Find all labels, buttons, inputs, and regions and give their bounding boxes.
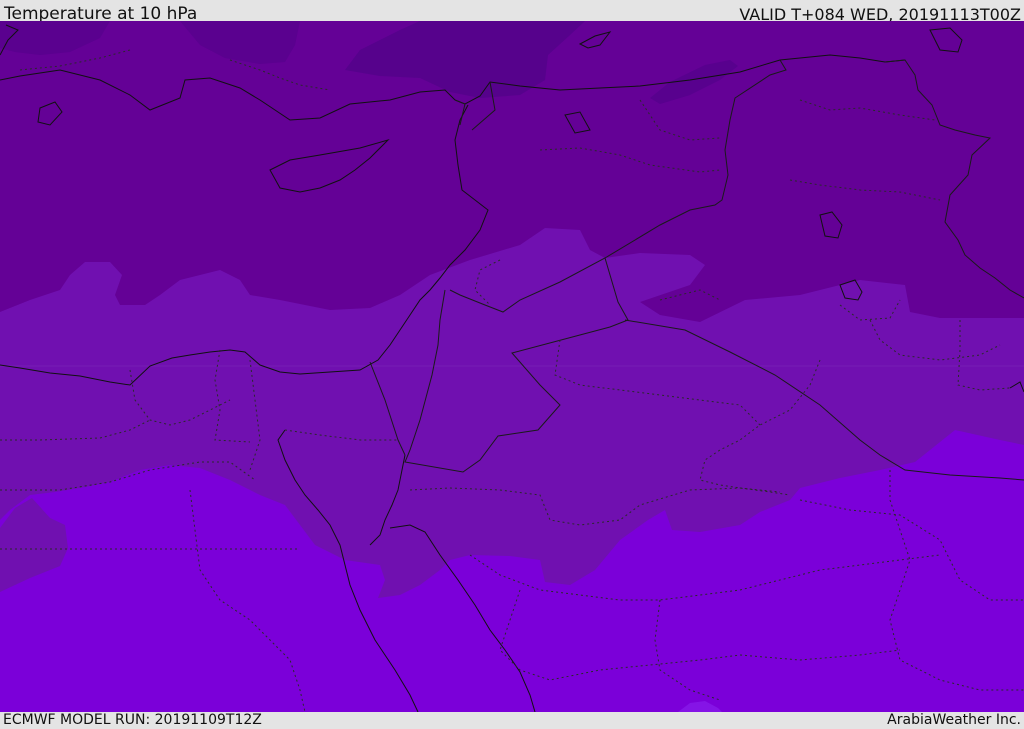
- weather-map[interactable]: [0, 21, 1024, 712]
- map-canvas: [0, 21, 1024, 712]
- model-run: ECMWF MODEL RUN: 20191109T12Z: [3, 712, 262, 728]
- footer-bar: ECMWF MODEL RUN: 20191109T12Z ArabiaWeat…: [0, 712, 1024, 729]
- header-bar: Temperature at 10 hPa VALID T+084 WED, 2…: [0, 0, 1024, 24]
- provider-credit: ArabiaWeather Inc.: [887, 712, 1021, 728]
